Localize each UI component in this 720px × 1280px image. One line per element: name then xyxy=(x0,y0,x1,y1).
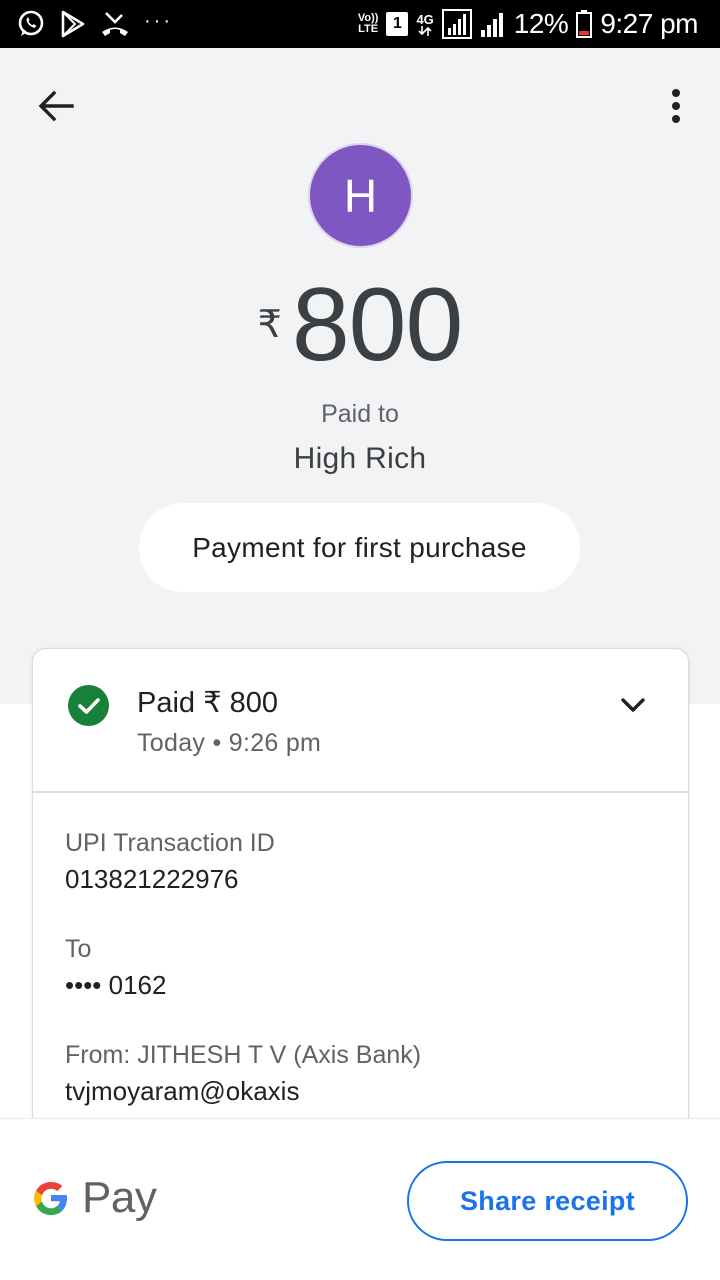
to-account-value: •••• 0162 xyxy=(65,970,167,1000)
clock: 9:27 pm xyxy=(600,8,698,39)
signal-icon-2 xyxy=(480,10,506,38)
google-pay-logo: Pay xyxy=(30,1173,157,1223)
paid-status-title: Paid ₹ 800 xyxy=(137,687,278,719)
back-arrow-icon xyxy=(38,90,74,122)
signal-icon xyxy=(441,9,472,39)
from-account-field: From: JITHESH T V (Axis Bank) tvjmoyaram… xyxy=(65,1041,665,1107)
volte-icon: Vo)) LTE xyxy=(358,13,379,35)
more-vert-icon xyxy=(672,89,680,123)
upi-transaction-id-field: UPI Transaction ID 013821222976 xyxy=(65,829,665,895)
paid-date: Today • 9:26 pm xyxy=(137,729,322,757)
google-g-icon xyxy=(34,1182,67,1215)
upi-transaction-id-value: 013821222976 xyxy=(65,864,239,894)
more-options-button[interactable] xyxy=(652,82,700,130)
bottom-bar: Pay Share receipt xyxy=(0,1118,720,1280)
transaction-details-card: Paid ₹ 800 Today • 9:26 pm UPI Transacti… xyxy=(32,648,689,1168)
notification-icons: ··· xyxy=(16,8,173,40)
network-type: 4G xyxy=(416,11,434,27)
back-button[interactable] xyxy=(32,82,80,130)
from-label: From: JITHESH T V (Axis Bank) xyxy=(65,1041,422,1069)
whatsapp-icon xyxy=(16,9,46,39)
avatar: H xyxy=(310,145,411,246)
share-receipt-button[interactable]: Share receipt xyxy=(407,1161,688,1241)
amount-display: ₹ 800 xyxy=(0,270,720,380)
expand-button[interactable] xyxy=(611,685,655,725)
status-bar: ··· Vo)) LTE 1 4G 12% 9:27 pm xyxy=(0,0,720,48)
more-notifications-icon: ··· xyxy=(144,9,173,32)
sim-icon: 1 xyxy=(386,12,409,36)
to-account-field: To •••• 0162 xyxy=(65,935,665,1001)
from-upi-id: tvjmoyaram@okaxis xyxy=(65,1076,300,1106)
paid-to-label: Paid to xyxy=(321,400,399,428)
chevron-down-icon xyxy=(621,698,645,712)
upi-transaction-id-label: UPI Transaction ID xyxy=(65,829,275,857)
payee-name: High Rich xyxy=(293,442,427,475)
play-store-icon xyxy=(60,10,86,38)
system-icons: Vo)) LTE 1 4G 12% 9:27 pm xyxy=(358,6,698,42)
missed-call-icon xyxy=(100,10,130,38)
check-circle-icon xyxy=(68,685,109,726)
volte-bottom: LTE xyxy=(358,23,379,35)
amount-value: 800 xyxy=(291,267,464,383)
battery-percentage: 12% xyxy=(513,8,569,39)
payment-note: Payment for first purchase xyxy=(139,503,580,592)
battery-icon xyxy=(576,10,593,38)
transaction-status-header[interactable]: Paid ₹ 800 Today • 9:26 pm xyxy=(33,649,688,793)
pay-wordmark: Pay xyxy=(82,1173,157,1222)
to-label: To xyxy=(65,935,92,963)
4g-icon: 4G xyxy=(416,11,434,36)
currency-symbol: ₹ xyxy=(257,304,282,346)
